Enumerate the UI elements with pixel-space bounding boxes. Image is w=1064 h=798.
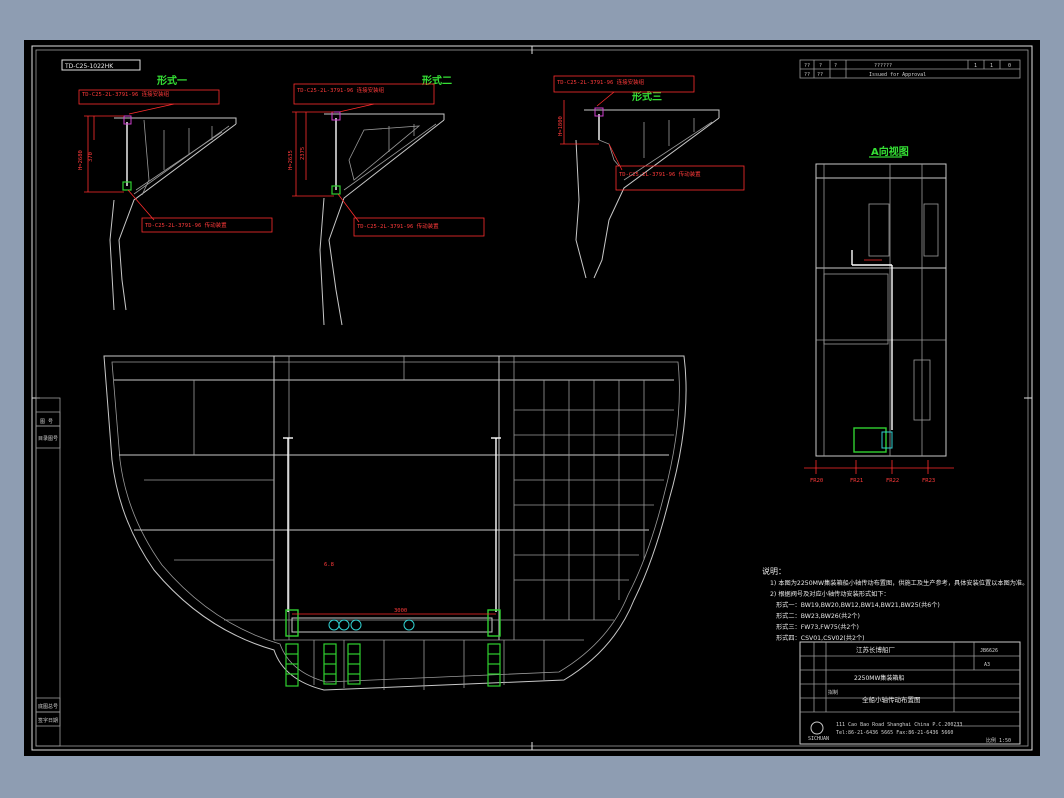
- form1-callout-top: TD-C25-2L-3791-96 连接安装组: [82, 90, 170, 98]
- hull-section: 3000 6.8: [103, 355, 687, 691]
- a-view-title: A向视图: [871, 145, 909, 158]
- form1-view: 形式一 TD-C25-2L-3791-96 连接安装组 H≈2680 370 T…: [78, 74, 273, 311]
- rev-r2-c3: Issued for Approval: [869, 72, 926, 78]
- tb-project: 2250MW集装箱船: [854, 674, 904, 682]
- notes-line2: 2) 根据阀号及对应小轴传动安装形式如下：: [770, 590, 890, 598]
- tb-company: 江苏长博船厂: [856, 645, 896, 654]
- rev-r1-c2: ?: [819, 63, 822, 69]
- left-strip-label1: 图 号: [40, 419, 53, 425]
- rev-r1-c5: 1: [974, 63, 977, 69]
- title-block: 江苏长博船厂 JB6626 A3 2250MW集装箱船 拟制 全船小轴传动布置图…: [799, 641, 1021, 745]
- drawing-sheet: 图 号 目录图号 底图总号 签字日期 TD-C25-1022HK ?? ? ? …: [24, 40, 1040, 756]
- left-strip-label4: 签字日期: [38, 717, 58, 724]
- notes-line5: 形式三：FW73,FW75(共2个): [776, 623, 859, 631]
- notes-block: 说明： 1) 本图为2250MW集装箱船小轴传动布置图，供施工及生产参考，具体安…: [762, 566, 1028, 642]
- tb-drawing-title: 全船小轴传动布置图: [862, 695, 921, 704]
- form1-title: 形式一: [157, 74, 187, 87]
- notes-line3: 形式一：BW19,BW20,BW12,BW14,BW21,BW25(共6个): [776, 601, 940, 609]
- frame-label-2: FR21: [850, 478, 863, 484]
- form3-callout-top: TD-C25-2L-3791-96 连接安装组: [557, 78, 645, 86]
- cad-drawing: 图 号 目录图号 底图总号 签字日期 TD-C25-1022HK ?? ? ? …: [31, 45, 1033, 751]
- form2-height: H≈2635: [288, 150, 294, 170]
- rev-r1-c6: 1: [990, 63, 993, 69]
- rev-r2-c1: ??: [804, 72, 810, 78]
- a-view: A向视图 FR20 FR21 FR22 FR23: [804, 145, 954, 484]
- tb-logo-text: SICHUAN: [808, 736, 829, 742]
- left-strip-label2: 目录图号: [38, 435, 58, 442]
- notes-line6: 形式四：CSV01,CSV02(共2个): [776, 634, 865, 642]
- rev-r1-c1: ??: [804, 63, 810, 69]
- form2-view: 形式二 TD-C25-2L-3791-96 连接安装组 H≈2635 2375 …: [288, 74, 485, 326]
- form2-callout-bottom: TD-C25-2L-3791-96 传动装置: [357, 222, 439, 230]
- tb-address: 111 Cao Bao Road Shanghai China P.C.2002…: [836, 722, 962, 728]
- rev-r1-c4: ??????: [874, 63, 892, 69]
- pump-label: 3000: [394, 608, 407, 614]
- revision-table: ?? ? ? ?????? 1 1 0 ?? ?? Issued for App…: [799, 59, 1021, 79]
- frame-label-3: FR22: [886, 478, 899, 484]
- form2-sub: 2375: [300, 147, 306, 160]
- tb-code1: JB6626: [980, 648, 998, 654]
- form2-title: 形式二: [422, 74, 452, 87]
- rev-r2-c2: ??: [817, 72, 823, 78]
- form1-sub: 370: [88, 152, 94, 162]
- center-label: 6.8: [324, 562, 334, 568]
- form3-height: H≈1800: [558, 116, 564, 136]
- tb-revision-label: 拟制: [828, 689, 838, 696]
- form3-view: 形式三 TD-C25-2L-3791-96 连接安装组 H≈1800 TD-C2…: [553, 75, 745, 279]
- form3-callout-bottom: TD-C25-2L-3791-96 传动装置: [619, 170, 701, 178]
- tb-tel: Tel:86-21-6436 5665 Fax:86-21-6436 5660: [836, 730, 953, 736]
- notes-line1: 1) 本图为2250MW集装箱船小轴传动布置图，供施工及生产参考，具体安装位置以…: [770, 579, 1028, 587]
- rev-r1-c3: ?: [834, 63, 837, 69]
- frame-label-4: FR23: [922, 478, 935, 484]
- tb-scale: 比例 1:50: [986, 737, 1011, 744]
- form1-callout-bottom: TD-C25-2L-3791-96 传动装置: [145, 221, 227, 229]
- left-strip: [35, 397, 61, 747]
- form2-callout-top: TD-C25-2L-3791-96 连接安装组: [297, 86, 385, 94]
- drawing-code: TD-C25-1022HK: [64, 63, 114, 70]
- rev-r1-c7: 0: [1008, 63, 1011, 69]
- frame-label-1: FR20: [810, 478, 823, 484]
- notes-line4: 形式二：BW23,BW26(共2个): [776, 612, 860, 620]
- form1-height: H≈2680: [78, 150, 84, 170]
- tb-code2: A3: [984, 662, 990, 668]
- notes-label: 说明：: [762, 566, 786, 576]
- left-strip-label3: 底图总号: [38, 703, 58, 710]
